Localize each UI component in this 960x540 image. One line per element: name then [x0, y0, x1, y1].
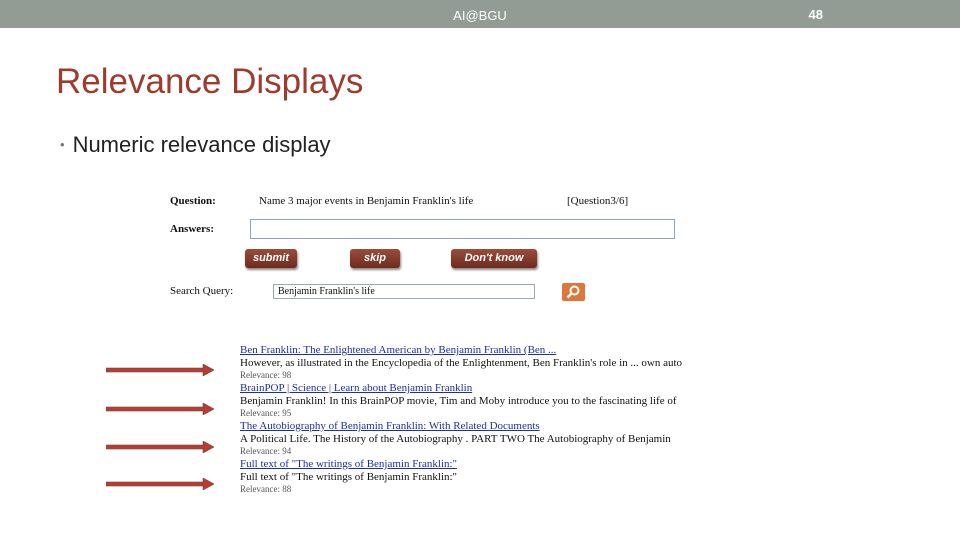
question-counter: [Question3/6] — [567, 195, 629, 207]
result-snippet: However, as illustrated in the Encyclope… — [240, 357, 683, 369]
result-title-link[interactable]: Ben Franklin: The Enlightened American b… — [240, 344, 795, 357]
arrow-right-icon — [106, 364, 214, 376]
search-input[interactable]: Benjamin Franklin's life — [273, 284, 535, 299]
result-relevance: Relevance: 88 — [240, 484, 292, 494]
search-result: The Autobiography of Benjamin Franklin: … — [240, 420, 795, 457]
result-title-link[interactable]: BrainPOP | Science | Learn about Benjami… — [240, 382, 795, 395]
page-number: 48 — [808, 7, 823, 22]
result-snippet: Full text of "The writings of Benjamin F… — [240, 471, 458, 483]
arrow-right-icon — [106, 403, 214, 415]
magnifier-icon — [566, 285, 580, 299]
arrow-right-icon — [106, 441, 214, 453]
submit-button[interactable]: submit — [245, 249, 297, 268]
skip-button[interactable]: skip — [350, 249, 400, 268]
answer-input[interactable] — [250, 219, 675, 239]
result-snippet: A Political Life. The History of the Aut… — [240, 433, 671, 445]
search-label: Search Query: — [170, 285, 234, 297]
bullet-dot-icon: • — [60, 137, 65, 152]
search-result: Ben Franklin: The Enlightened American b… — [240, 344, 795, 381]
answers-label: Answers: — [170, 223, 214, 235]
result-relevance: Relevance: 98 — [240, 370, 292, 380]
bullet-item: • Numeric relevance display — [60, 132, 331, 158]
arrow-right-icon — [106, 478, 214, 490]
result-title-link[interactable]: The Autobiography of Benjamin Franklin: … — [240, 420, 795, 433]
top-bar: AI@BGU 48 — [0, 0, 960, 28]
result-relevance: Relevance: 94 — [240, 446, 292, 456]
slide-title: Relevance Displays — [56, 62, 364, 101]
question-text: Name 3 major events in Benjamin Franklin… — [259, 195, 474, 207]
result-title-link[interactable]: Full text of "The writings of Benjamin F… — [240, 458, 795, 471]
result-snippet: Benjamin Franklin! In this BrainPOP movi… — [240, 395, 677, 407]
result-relevance: Relevance: 95 — [240, 408, 292, 418]
dont-know-button[interactable]: Don't know — [451, 249, 537, 268]
question-label: Question: — [170, 195, 216, 207]
search-button[interactable] — [562, 283, 585, 301]
search-result: BrainPOP | Science | Learn about Benjami… — [240, 382, 795, 419]
bullet-text: Numeric relevance display — [72, 132, 331, 157]
search-result: Full text of "The writings of Benjamin F… — [240, 458, 795, 495]
